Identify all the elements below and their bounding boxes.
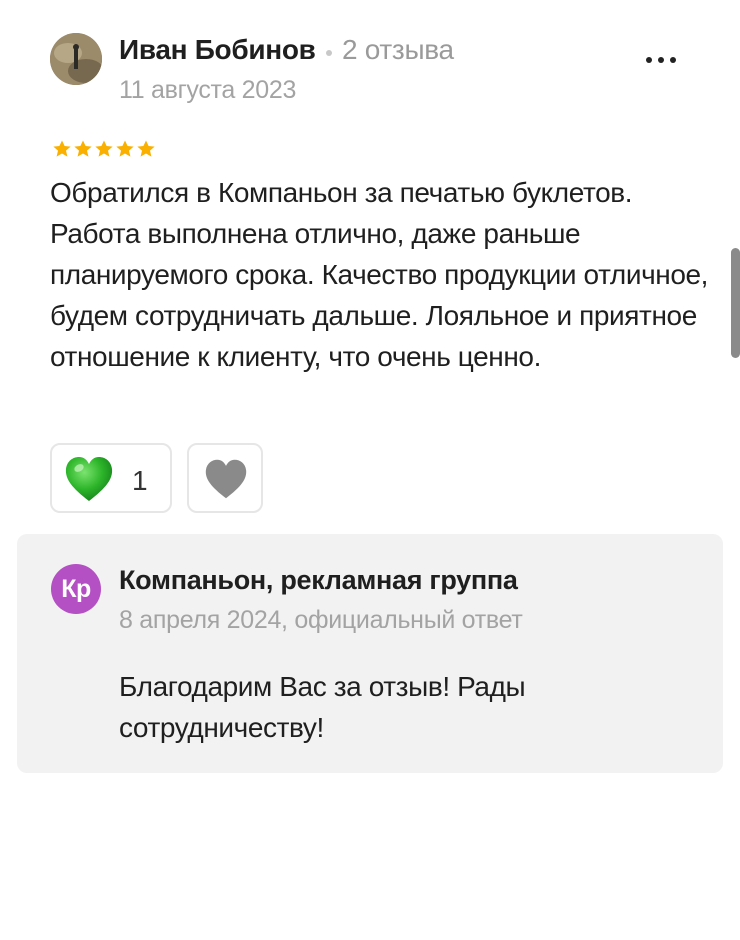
star-icon bbox=[116, 140, 134, 157]
separator-dot bbox=[326, 50, 332, 56]
more-dots-icon bbox=[646, 57, 652, 63]
star-icon bbox=[53, 140, 71, 157]
review-text: Обратился в Компаньон за печатью буклето… bbox=[50, 177, 709, 372]
avatar-photo-icon bbox=[50, 33, 102, 85]
review-card: Иван Бобинов 2 отзыва 11 августа 2023 Об… bbox=[0, 0, 740, 940]
star-icon bbox=[137, 140, 155, 157]
star-icon bbox=[95, 140, 113, 157]
like-count: 1 bbox=[132, 465, 148, 496]
star-rating bbox=[52, 139, 156, 159]
scrollbar-thumb[interactable] bbox=[731, 248, 740, 358]
dislike-button[interactable] bbox=[187, 443, 263, 513]
company-avatar[interactable]: Кр bbox=[51, 564, 101, 614]
company-name[interactable]: Компаньон, рекламная группа bbox=[119, 565, 518, 596]
author-name[interactable]: Иван Бобинов bbox=[119, 34, 316, 66]
like-button[interactable]: 1 bbox=[50, 443, 172, 513]
review-date: 11 августа 2023 bbox=[119, 76, 297, 104]
author-avatar[interactable] bbox=[50, 33, 102, 85]
grey-heart-icon bbox=[205, 459, 247, 499]
more-dots-icon bbox=[658, 57, 664, 63]
green-heart-icon bbox=[65, 457, 113, 501]
reply-meta: 8 апреля 2024, официальный ответ bbox=[119, 606, 523, 634]
more-dots-icon bbox=[670, 57, 676, 63]
more-options-button[interactable] bbox=[646, 52, 686, 68]
official-reply: Кр Компаньон, рекламная группа 8 апреля … bbox=[17, 534, 723, 773]
star-icon bbox=[74, 140, 92, 157]
reply-text: Благодарим Вас за отзыв! Рады сотрудниче… bbox=[119, 671, 526, 743]
author-reviews-count[interactable]: 2 отзыва bbox=[342, 34, 454, 66]
